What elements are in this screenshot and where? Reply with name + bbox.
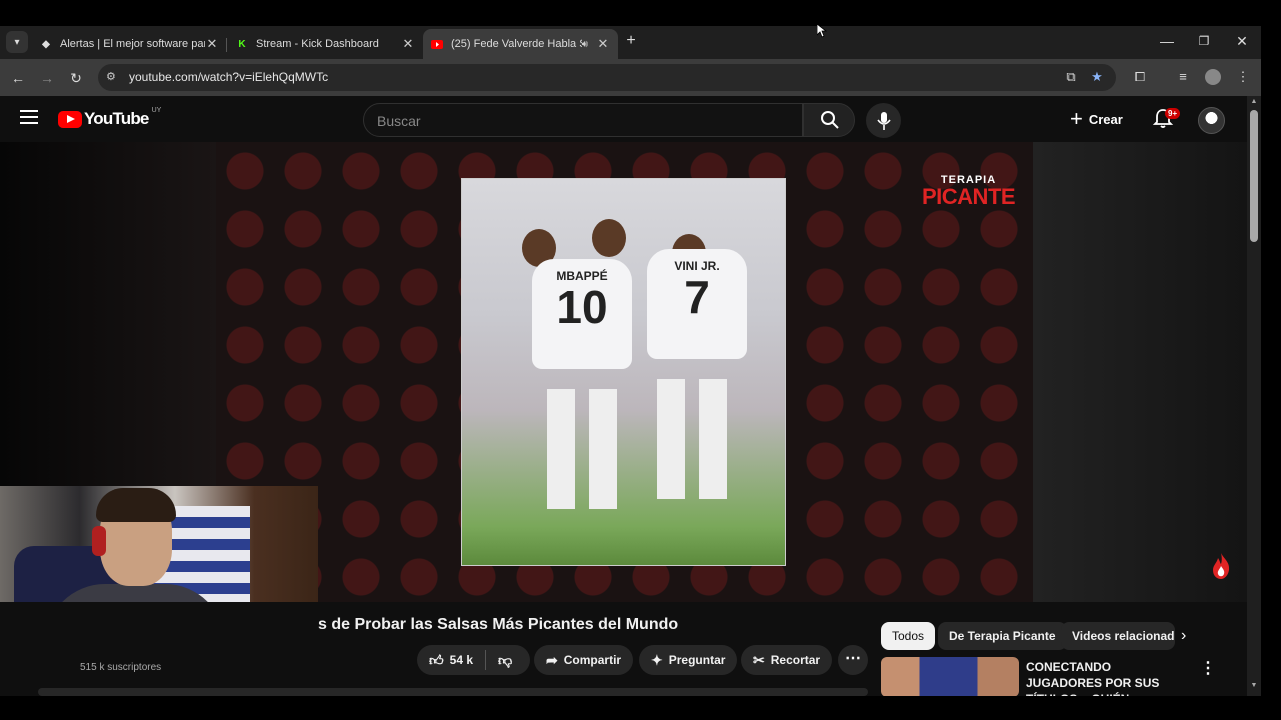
- menu-icon[interactable]: [20, 110, 38, 124]
- search-icon: [821, 111, 839, 129]
- top-letterbox: [0, 0, 1281, 26]
- tab-divider: [226, 38, 227, 52]
- tab-title: Alertas | El mejor software para: [60, 38, 205, 50]
- voice-search-button[interactable]: [866, 103, 901, 138]
- country-code: UY: [151, 106, 162, 114]
- jersey-left: MBAPPÉ 10: [532, 259, 632, 369]
- shield-icon: ◆: [42, 38, 50, 50]
- clip-label: Recortar: [770, 653, 821, 667]
- browser-tabstrip: ▾ ◆ Alertas | El mejor software para ✕ K…: [0, 26, 1261, 59]
- jersey-right: VINI JR. 7: [647, 249, 747, 359]
- youtube-logo[interactable]: YouTube UY: [58, 106, 162, 129]
- kick-icon: K: [238, 38, 246, 50]
- player-legs: [657, 379, 727, 499]
- search-placeholder: Buscar: [377, 113, 421, 129]
- forward-arrow-icon[interactable]: →: [37, 68, 57, 88]
- scissors-icon: ✂: [753, 651, 765, 668]
- youtube-header: YouTube UY Buscar + Crear: [0, 96, 1247, 142]
- close-icon[interactable]: ✕: [205, 36, 219, 52]
- video-title: s de Probar las Salsas Más Picantes del …: [318, 616, 679, 633]
- logo-text: YouTube: [84, 109, 149, 128]
- like-dislike-group: 👍︎ 54 k 👎︎: [417, 645, 531, 675]
- mouse-cursor-icon: [817, 24, 827, 38]
- youtube-icon: [431, 38, 443, 50]
- plus-icon: +: [1070, 106, 1083, 131]
- close-icon[interactable]: ✕: [401, 36, 415, 52]
- tab-title: (25) Fede Valverde Habla Sin: [451, 38, 582, 50]
- tab-kick-dashboard[interactable]: K Stream - Kick Dashboard ✕: [228, 29, 423, 59]
- chip-channel[interactable]: De Terapia Picante: [938, 622, 1067, 650]
- url-text: youtube.com/watch?v=iElehQqMWTc: [129, 70, 329, 84]
- new-tab-button[interactable]: +: [622, 32, 640, 50]
- tab-alertas[interactable]: ◆ Alertas | El mejor software para ✕: [32, 29, 227, 59]
- tab-search-dropdown-icon[interactable]: ▾: [6, 31, 28, 53]
- player-ambient-right: [1033, 142, 1247, 602]
- like-icon[interactable]: 👍︎: [429, 652, 444, 669]
- tab-youtube-video[interactable]: (25) Fede Valverde Habla Sin 🔊︎ ✕: [423, 29, 618, 59]
- notification-badge: 9+: [1165, 108, 1181, 119]
- back-arrow-icon[interactable]: ←: [8, 68, 28, 88]
- chip-todos[interactable]: Todos: [881, 622, 936, 650]
- create-label: Crear: [1088, 111, 1123, 127]
- ask-label: Preguntar: [668, 653, 726, 667]
- channel-watermark: TERAPIA PICANTE: [922, 174, 1016, 209]
- create-button[interactable]: + Crear: [1070, 105, 1123, 133]
- reload-icon[interactable]: ↻: [66, 68, 86, 88]
- video-photo: MBAPPÉ 10 VINI JR. 7: [461, 178, 786, 566]
- flame-icon[interactable]: [1210, 552, 1232, 580]
- chevron-right-icon[interactable]: ›: [1181, 627, 1186, 645]
- restore-icon[interactable]: ❐: [1189, 30, 1219, 52]
- more-actions-icon[interactable]: ⋯: [838, 645, 868, 675]
- watch-metadata: s de Probar las Salsas Más Picantes del …: [0, 602, 1247, 706]
- scrollbar-thumb[interactable]: [1250, 110, 1258, 242]
- player-head: [592, 219, 626, 257]
- install-app-icon[interactable]: ⧉: [1063, 69, 1079, 85]
- bookmark-star-icon[interactable]: ★: [1089, 69, 1105, 85]
- microphone-icon: [877, 112, 891, 130]
- clip-button[interactable]: ✂ Recortar: [741, 645, 833, 675]
- scroll-down-icon[interactable]: ▼: [1250, 682, 1258, 689]
- speaker-icon[interactable]: 🔊︎: [582, 39, 588, 50]
- scroll-up-icon[interactable]: ▲: [1250, 98, 1258, 105]
- page-scrollbar[interactable]: ▲ ▼: [1247, 96, 1261, 696]
- share-label: Compartir: [563, 653, 622, 667]
- share-button[interactable]: ➦ Compartir: [534, 645, 634, 675]
- streamer-hair: [96, 488, 176, 522]
- dislike-icon[interactable]: 👎︎: [498, 652, 512, 669]
- extensions-icon[interactable]: ⧠: [1131, 68, 1149, 86]
- bottom-letterbox: [0, 696, 1281, 720]
- subscriber-count: 515 k suscriptores: [80, 662, 162, 673]
- profile-avatar-icon[interactable]: [1205, 69, 1221, 85]
- youtube-play-icon: [58, 110, 82, 128]
- share-icon: ➦: [546, 651, 558, 668]
- like-count[interactable]: 54 k: [450, 653, 473, 667]
- minimize-icon[interactable]: —: [1152, 30, 1182, 52]
- recommendation-thumbnail[interactable]: [881, 657, 1019, 697]
- kebab-menu-icon[interactable]: ⋮: [1200, 658, 1216, 678]
- browser-toolbar: ← → ↻ ⚙︎ youtube.com/watch?v=iElehQqMWTc…: [0, 59, 1261, 96]
- tab-title: Stream - Kick Dashboard: [256, 38, 379, 50]
- search-button[interactable]: [803, 103, 855, 137]
- account-avatar[interactable]: [1198, 107, 1225, 134]
- browser-menu-icon[interactable]: ⋮: [1234, 68, 1252, 86]
- site-settings-icon[interactable]: ⚙︎: [106, 70, 120, 84]
- ask-button[interactable]: ✦ Preguntar: [639, 645, 738, 675]
- player-legs: [547, 389, 617, 509]
- right-letterbox: [1261, 26, 1281, 696]
- window-close-icon[interactable]: ✕: [1227, 30, 1257, 52]
- search-input[interactable]: Buscar: [363, 103, 803, 137]
- divider: [485, 650, 486, 670]
- sparkle-icon: ✦: [651, 651, 663, 668]
- close-icon[interactable]: ✕: [596, 36, 610, 52]
- description-box[interactable]: [38, 688, 868, 696]
- chip-related[interactable]: Videos relacionado: [1061, 622, 1175, 650]
- address-bar[interactable]: ⚙︎ youtube.com/watch?v=iElehQqMWTc ⧉ ★: [98, 64, 1116, 91]
- headset-icon: [92, 526, 106, 556]
- media-controls-icon[interactable]: ≡: [1174, 68, 1192, 86]
